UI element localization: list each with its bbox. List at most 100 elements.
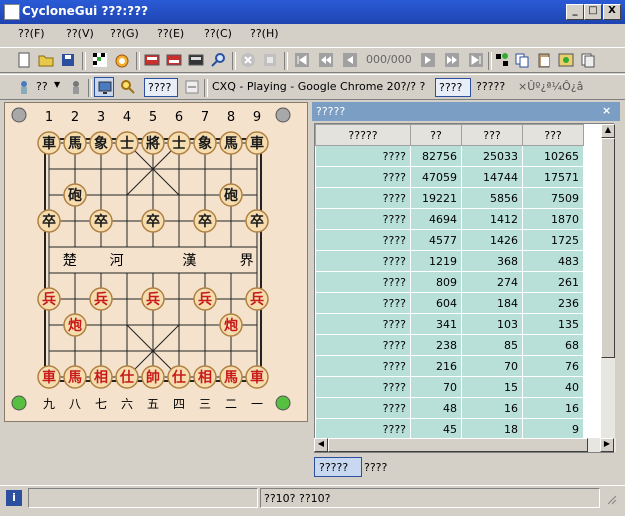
red-piece[interactable]: 炮 [219, 313, 243, 337]
table-row[interactable]: ???? 809 274 261 [315, 271, 584, 293]
table-row[interactable]: ???? 341 103 135 [315, 313, 584, 335]
red-piece[interactable]: 帥 [141, 365, 165, 389]
tab-stats[interactable]: ????? [314, 457, 362, 477]
black-piece[interactable]: 卒 [193, 209, 217, 233]
black-piece[interactable]: 車 [245, 131, 269, 155]
xiangqi-board[interactable]: 1 2 3 4 5 6 7 8 9九八七六五四三二一楚河漢界車馬象士將士象馬車砲 砲卒卒卒卒卒兵兵… [5, 103, 307, 421]
alarm-clock-icon[interactable] [112, 50, 132, 70]
red-piece[interactable]: 馬 [63, 365, 87, 389]
black-piece[interactable]: 馬 [63, 131, 87, 155]
vertical-scrollbar[interactable]: ▲ [601, 124, 615, 452]
close-button[interactable]: X [603, 4, 621, 20]
table-row[interactable]: ???? 19221 5856 7509 [315, 187, 584, 209]
black-piece[interactable]: 象 [193, 131, 217, 155]
stop-icon[interactable] [238, 50, 258, 70]
monitor-icon[interactable] [94, 77, 114, 97]
person-icon[interactable] [66, 77, 86, 97]
red-piece[interactable]: 兵 [141, 287, 165, 311]
menu-help[interactable]: ??(H) [250, 27, 279, 40]
red-piece[interactable]: 炮 [63, 313, 87, 337]
table-row[interactable]: ???? 82756 25033 10265 [315, 145, 584, 167]
field-box[interactable]: ???? [144, 78, 178, 97]
black-piece[interactable]: 砲 [63, 183, 87, 207]
column-header[interactable]: ?? [410, 124, 462, 146]
hscroll-thumb[interactable] [328, 438, 588, 452]
save-icon[interactable] [58, 50, 78, 70]
minimize-button[interactable]: _ [566, 4, 584, 20]
table-row[interactable]: ???? 48 16 16 [315, 397, 584, 419]
copy-icon[interactable] [512, 50, 532, 70]
column-header[interactable]: ????? [315, 124, 411, 146]
menu-computer[interactable]: ??(C) [204, 27, 232, 40]
column-header[interactable]: ??? [461, 124, 523, 146]
previous-move-icon[interactable] [340, 50, 360, 70]
table-row[interactable]: ???? 238 85 68 [315, 334, 584, 356]
corner-gray-button[interactable] [11, 107, 27, 123]
menu-game[interactable]: ??(G) [110, 27, 139, 40]
table-row[interactable]: ???? 604 184 236 [315, 292, 584, 314]
column-header[interactable]: ??? [522, 124, 584, 146]
open-folder-icon[interactable] [36, 50, 56, 70]
next-move-icon[interactable] [418, 50, 438, 70]
engine-dropdown-label[interactable]: ?? [36, 80, 48, 93]
black-piece[interactable]: 砲 [219, 183, 243, 207]
search-icon[interactable] [118, 77, 138, 97]
table-row[interactable]: ???? 47059 14744 17571 [315, 166, 584, 188]
table-row[interactable]: ???? 216 70 76 [315, 355, 584, 377]
corner-gray-button[interactable] [275, 107, 291, 123]
scroll-up-icon[interactable]: ▲ [601, 124, 615, 138]
previous-page-icon[interactable] [316, 50, 336, 70]
table-row[interactable]: ???? 4694 1412 1870 [315, 208, 584, 230]
red-window-2-icon[interactable] [164, 50, 184, 70]
black-piece[interactable]: 士 [115, 131, 139, 155]
board-setup-icon[interactable] [492, 50, 512, 70]
maximize-button[interactable]: □ [584, 4, 602, 20]
black-piece[interactable]: 象 [89, 131, 113, 155]
last-move-icon[interactable] [466, 50, 486, 70]
black-piece[interactable]: 車 [37, 131, 61, 155]
red-piece[interactable]: 仕 [167, 365, 191, 389]
black-window-icon[interactable] [186, 50, 206, 70]
next-page-icon[interactable] [442, 50, 462, 70]
red-piece[interactable]: 馬 [219, 365, 243, 389]
close-icon[interactable]: × [602, 104, 611, 117]
red-piece[interactable]: 車 [245, 365, 269, 389]
horizontal-scrollbar[interactable]: ◀ ▶ [314, 438, 616, 452]
refresh-icon[interactable] [260, 50, 280, 70]
swap-icon[interactable] [182, 77, 202, 97]
red-piece[interactable]: 兵 [245, 287, 269, 311]
black-piece[interactable]: 卒 [245, 209, 269, 233]
image-icon[interactable] [556, 50, 576, 70]
flag-icon[interactable] [90, 50, 110, 70]
scroll-right-icon[interactable]: ▶ [600, 438, 614, 452]
first-move-icon[interactable] [292, 50, 312, 70]
black-piece[interactable]: 將 [141, 131, 165, 155]
red-piece[interactable]: 仕 [115, 365, 139, 389]
menu-view[interactable]: ??(V) [66, 27, 94, 40]
black-piece[interactable]: 馬 [219, 131, 243, 155]
table-row[interactable]: ???? 1219 368 483 [315, 250, 584, 272]
magnifier-icon[interactable] [208, 50, 228, 70]
resize-grip-icon[interactable] [604, 492, 618, 506]
red-piece[interactable]: 相 [193, 365, 217, 389]
red-piece[interactable]: 兵 [89, 287, 113, 311]
corner-green-button[interactable] [11, 395, 27, 411]
red-piece[interactable]: 兵 [193, 287, 217, 311]
menu-file[interactable]: ??(F) [18, 27, 45, 40]
table-row[interactable]: ???? 4577 1426 1725 [315, 229, 584, 251]
scroll-thumb[interactable] [601, 138, 615, 358]
tab-book[interactable]: ???? [364, 459, 404, 477]
menu-edit[interactable]: ??(E) [157, 27, 184, 40]
black-piece[interactable]: 卒 [89, 209, 113, 233]
red-piece[interactable]: 兵 [37, 287, 61, 311]
engine-icon[interactable] [14, 77, 34, 97]
paste-icon[interactable] [534, 50, 554, 70]
red-piece[interactable]: 相 [89, 365, 113, 389]
corner-green-button[interactable] [275, 395, 291, 411]
field2-box[interactable]: ???? [435, 78, 471, 97]
table-row[interactable]: ???? 70 15 40 [315, 376, 584, 398]
table-row[interactable]: ???? 45 18 9 [315, 418, 584, 440]
new-file-icon[interactable] [14, 50, 34, 70]
black-piece[interactable]: 士 [167, 131, 191, 155]
red-window-icon[interactable] [142, 50, 162, 70]
